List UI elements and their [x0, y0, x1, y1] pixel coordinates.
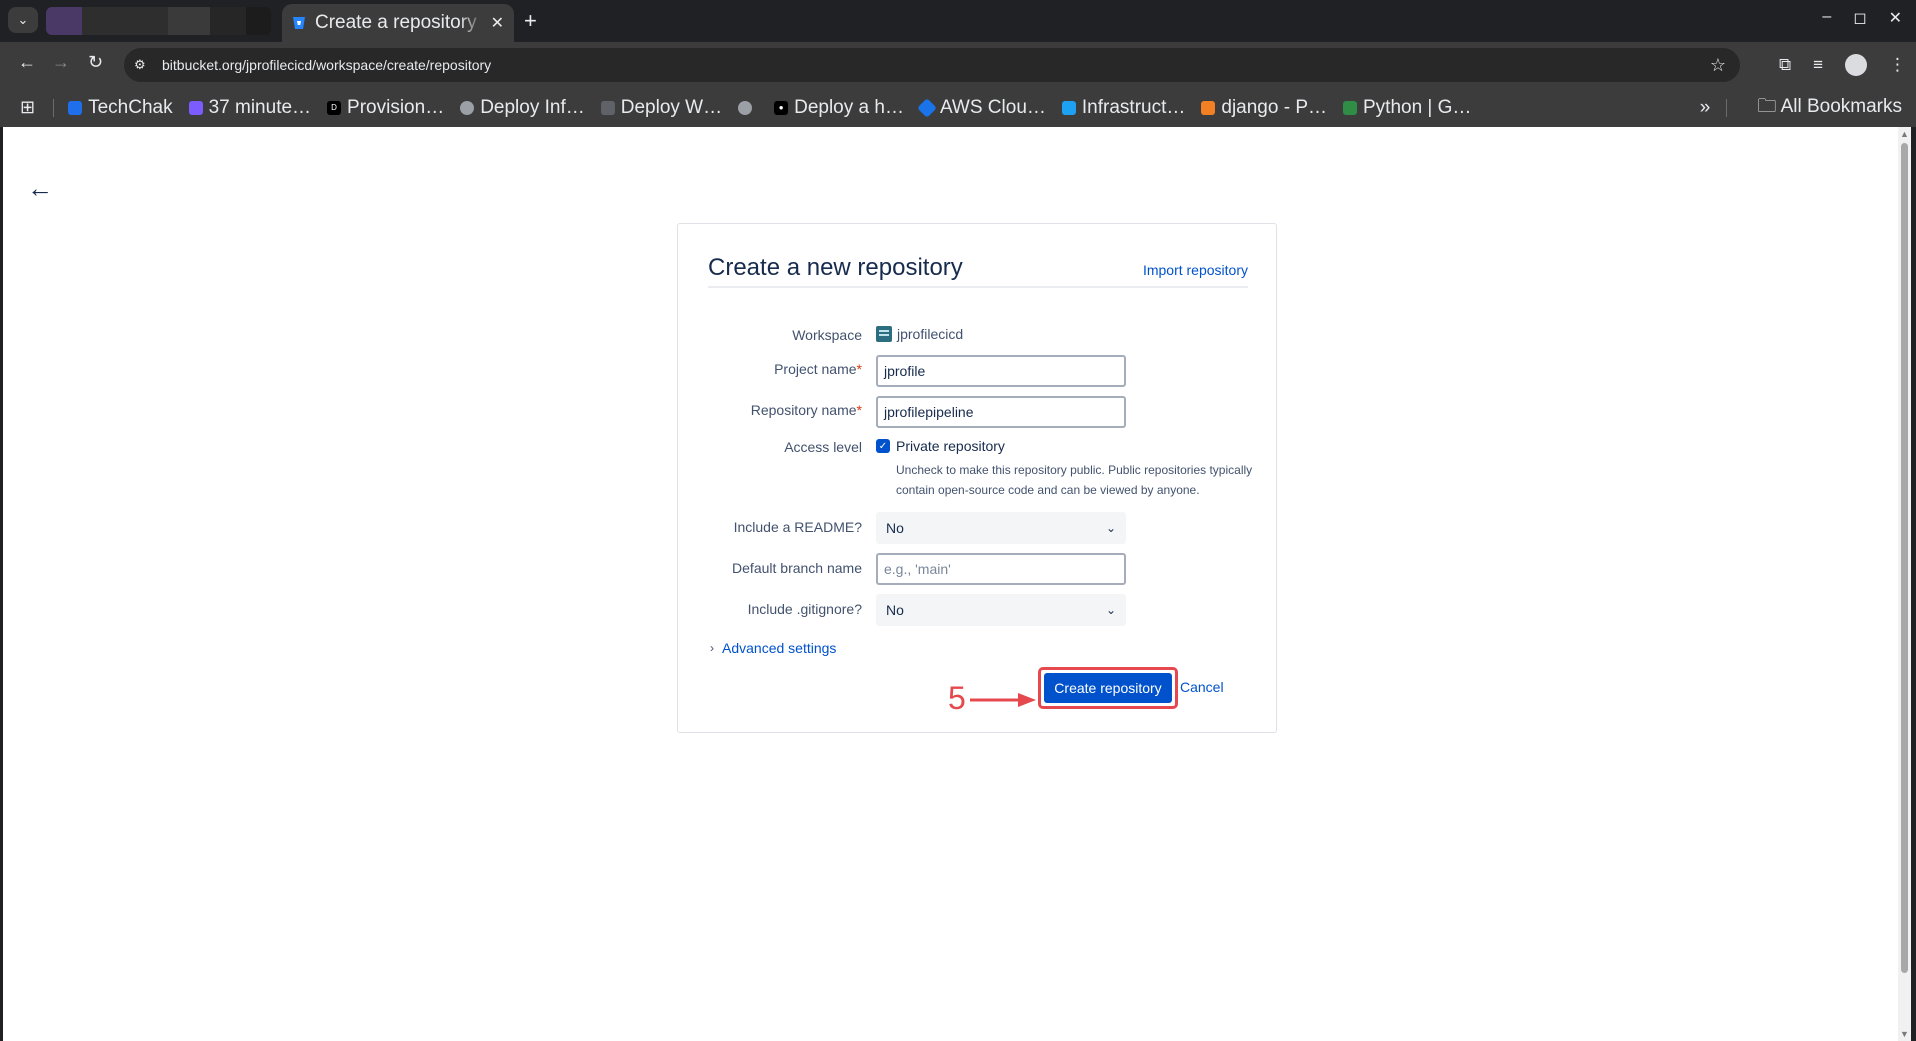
bookmark-item[interactable]: Deploy W… — [600, 97, 722, 119]
bitbucket-icon — [293, 17, 305, 29]
bookmark-item[interactable]: D Provision… — [327, 97, 444, 119]
dev-icon: D — [327, 100, 342, 115]
site-info-icon[interactable]: ⚙ — [134, 57, 150, 73]
medium-icon: ● — [774, 100, 789, 115]
tab-blurred[interactable] — [46, 7, 271, 35]
aws-icon — [917, 97, 937, 118]
globe-icon — [460, 100, 475, 115]
chevron-down-icon: ⌄ — [17, 12, 29, 27]
default-branch-field[interactable]: e.g., 'main' — [876, 553, 1126, 585]
folder-icon: 🗀 — [1757, 95, 1777, 117]
back-arrow-icon[interactable]: ← — [27, 173, 53, 204]
access-level-label: Access level — [784, 439, 862, 455]
menu-icon[interactable]: ⋮ — [1889, 55, 1906, 75]
profile-avatar[interactable] — [1845, 54, 1867, 76]
project-name-label: Project name* — [774, 361, 862, 377]
forward-icon[interactable]: → — [52, 52, 70, 73]
bookmark-item[interactable]: django - P… — [1201, 97, 1327, 119]
chevron-right-icon: › — [710, 641, 714, 655]
scrollbar-thumb[interactable] — [1901, 143, 1908, 973]
browser-chrome: ⌄ Create a repository ✕ + – ◻ ✕ ← → ↻ ⚙ … — [0, 0, 1916, 127]
close-icon[interactable]: ✕ — [491, 13, 504, 33]
mortarboard-icon — [600, 100, 615, 115]
scroll-up-icon[interactable]: ▲ — [1900, 129, 1909, 139]
apps-grid-icon[interactable]: ⊞ — [20, 97, 35, 118]
address-bar[interactable]: ⚙ bitbucket.org/jprofilecicd/workspace/c… — [124, 48, 1740, 82]
all-bookmarks[interactable]: 🗀 All Bookmarks — [1757, 92, 1902, 124]
gitignore-label: Include .gitignore? — [747, 601, 862, 617]
private-help-text: Uncheck to make this repository public. … — [896, 463, 1253, 497]
create-repository-form: Create a new repository Import repositor… — [677, 223, 1277, 733]
minimize-icon[interactable]: – — [1822, 8, 1831, 28]
private-repository-checkbox[interactable]: ✓ Private repository — [876, 438, 1005, 454]
tab-active[interactable]: Create a repository ✕ — [282, 4, 514, 42]
bookmark-item[interactable]: Deploy Inf… — [460, 97, 585, 119]
default-branch-label: Default branch name — [732, 560, 862, 576]
step-annotation-number: 5 — [948, 680, 966, 716]
globe-icon — [738, 100, 753, 115]
bookmark-divider — [53, 98, 55, 117]
gitignore-select[interactable]: No ⌄ — [876, 594, 1126, 626]
workspace-value[interactable]: jprofilecicd — [876, 326, 963, 342]
step-annotation-arrow — [970, 693, 1036, 707]
back-icon[interactable]: ← — [18, 52, 36, 73]
bookmarks-bar: ⊞ TechChak 37 minute… D Provision… Deploy… — [0, 88, 1916, 127]
window-controls: – ◻ ✕ — [1822, 8, 1902, 28]
reload-icon[interactable]: ↻ — [88, 52, 103, 73]
cancel-link[interactable]: Cancel — [1180, 679, 1224, 695]
form-header: Create a new repository Import repositor… — [708, 254, 1248, 288]
bookmark-item[interactable] — [738, 100, 758, 115]
import-repository-link[interactable]: Import repository — [1143, 262, 1248, 278]
bookmark-divider — [1726, 98, 1728, 117]
page-viewport: ← Create a new repository Import reposit… — [3, 127, 1911, 1041]
create-button-highlight: Create repository — [1038, 667, 1178, 709]
bookmark-item[interactable]: TechChak — [68, 97, 173, 119]
chevron-down-icon: ⌄ — [1105, 603, 1116, 617]
advanced-settings-toggle[interactable]: › Advanced settings — [710, 640, 836, 656]
bookmark-item[interactable]: AWS Clou… — [917, 97, 1046, 119]
close-window-icon[interactable]: ✕ — [1889, 8, 1902, 28]
bookmark-item[interactable]: Infrastruct… — [1061, 97, 1185, 119]
workspace-label: Workspace — [792, 327, 862, 343]
techchak-icon — [68, 100, 83, 115]
url-text: bitbucket.org/jprofilecicd/workspace/cre… — [162, 57, 492, 73]
gfg-icon — [1343, 100, 1357, 115]
chevron-down-icon: ⌄ — [1105, 521, 1116, 535]
page-title: Create a new repository — [708, 254, 963, 281]
repository-name-field[interactable]: jprofilepipeline — [876, 396, 1126, 428]
scroll-down-icon[interactable]: ▼ — [1900, 1029, 1909, 1039]
chart-icon — [1061, 100, 1076, 115]
media-controls-icon[interactable]: ≡ — [1813, 55, 1823, 75]
bookmark-item[interactable]: Python | G… — [1343, 97, 1471, 119]
extensions-icon[interactable]: ⧉ — [1779, 55, 1791, 75]
bookmarks-right: » 🗀 All Bookmarks — [1700, 92, 1902, 124]
scrollbar[interactable]: ▲ ▼ — [1898, 127, 1911, 1041]
bookmark-item[interactable]: 37 minute… — [188, 97, 311, 119]
tab-title: Create a repository — [315, 12, 477, 33]
readme-label: Include a README? — [733, 519, 862, 535]
dollar-icon — [188, 100, 203, 115]
readme-select[interactable]: No ⌄ — [876, 512, 1126, 544]
bookmarks-overflow-icon[interactable]: » — [1700, 97, 1711, 119]
tab-search-button[interactable]: ⌄ — [8, 7, 38, 33]
stack-icon — [1201, 100, 1216, 115]
checkbox-checked-icon[interactable]: ✓ — [876, 439, 890, 453]
create-repository-button[interactable]: Create repository — [1044, 673, 1172, 703]
browser-toolbar: ← → ↻ ⚙ bitbucket.org/jprofilecicd/works… — [0, 42, 1916, 88]
bookmark-item[interactable]: ● Deploy a h… — [774, 97, 904, 119]
project-name-field[interactable]: jprofile — [876, 355, 1126, 387]
new-tab-button[interactable]: + — [524, 8, 537, 34]
toolbar-actions: ⧉ ≡ ⋮ — [1779, 54, 1906, 76]
repository-name-label: Repository name* — [750, 402, 862, 418]
tab-bar: ⌄ Create a repository ✕ + – ◻ ✕ — [0, 0, 1916, 42]
workspace-icon — [876, 326, 892, 342]
bookmark-star-icon[interactable]: ☆ — [1710, 55, 1726, 76]
maximize-icon[interactable]: ◻ — [1853, 8, 1866, 28]
